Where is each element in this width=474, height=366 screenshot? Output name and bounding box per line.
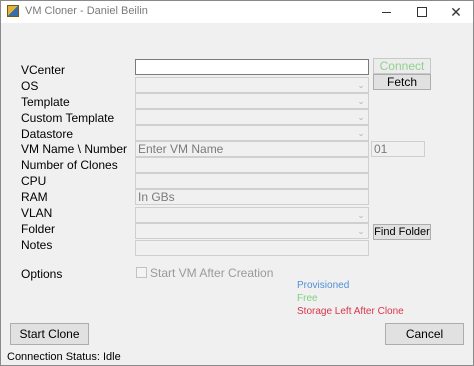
cpu-label: CPU [21,174,47,188]
number-of-clones-label: Number of Clones [21,158,118,172]
app-icon [7,5,19,17]
chevron-down-icon: ⌄ [357,128,365,138]
cpu-input[interactable] [135,173,369,189]
main-window: VM Cloner - Daniel Beilin ✕ VCenter OS T… [0,0,474,366]
vcenter-input[interactable] [135,59,369,75]
notes-label: Notes [21,238,53,252]
minimize-button[interactable] [369,1,403,23]
folder-label: Folder [21,222,56,236]
vcenter-label: VCenter [21,63,66,77]
maximize-icon [417,6,427,17]
cancel-button[interactable]: Cancel [385,323,464,345]
minimize-icon [381,12,391,14]
connect-button[interactable]: Connect [373,58,431,74]
ram-input[interactable]: In GBs [135,189,369,205]
window-title: VM Cloner - Daniel Beilin [25,5,148,17]
chevron-down-icon: ⌄ [357,226,365,236]
ram-label: RAM [21,190,48,204]
vlan-label: VLAN [21,206,53,220]
chevron-down-icon: ⌄ [357,96,365,106]
start-clone-button[interactable]: Start Clone [10,323,89,345]
custom-template-combo[interactable]: ⌄ [135,109,369,125]
os-combo[interactable]: ⌄ [135,77,369,93]
fetch-button[interactable]: Fetch [373,74,431,90]
os-label: OS [21,79,39,93]
options-label: Options [21,267,63,281]
custom-template-label: Custom Template [21,111,115,125]
find-folder-button[interactable]: Find Folder [373,224,431,240]
template-combo[interactable]: ⌄ [135,93,369,109]
notes-input[interactable] [135,240,369,256]
checkbox-icon [136,267,147,279]
legend-storage-left: Storage Left After Clone [297,306,404,317]
vm-name-number-label: VM Name \ Number [21,142,128,156]
close-button[interactable]: ✕ [439,1,473,23]
chevron-down-icon: ⌄ [357,80,365,90]
legend-provisioned: Provisioned [297,280,350,291]
connection-status-value: Idle [103,351,121,363]
chevron-down-icon: ⌄ [357,112,365,122]
folder-combo[interactable]: ⌄ [135,223,369,239]
number-of-clones-input[interactable] [135,157,369,173]
template-label: Template [21,95,70,109]
datastore-label: Datastore [21,127,74,141]
title-bar: VM Cloner - Daniel Beilin ✕ [1,1,473,23]
legend-free: Free [297,293,318,304]
start-vm-after-creation-checkbox[interactable]: Start VM After Creation [136,266,273,280]
start-vm-after-creation-label: Start VM After Creation [150,266,274,280]
chevron-down-icon: ⌄ [357,210,365,220]
vlan-combo[interactable]: ⌄ [135,207,369,223]
connection-status-label: Connection Status: [7,351,100,363]
maximize-button[interactable] [405,1,439,23]
vm-name-input[interactable]: Enter VM Name [135,141,369,157]
datastore-combo[interactable]: ⌄ [135,125,369,141]
vm-number-input[interactable]: 01 [371,141,425,157]
